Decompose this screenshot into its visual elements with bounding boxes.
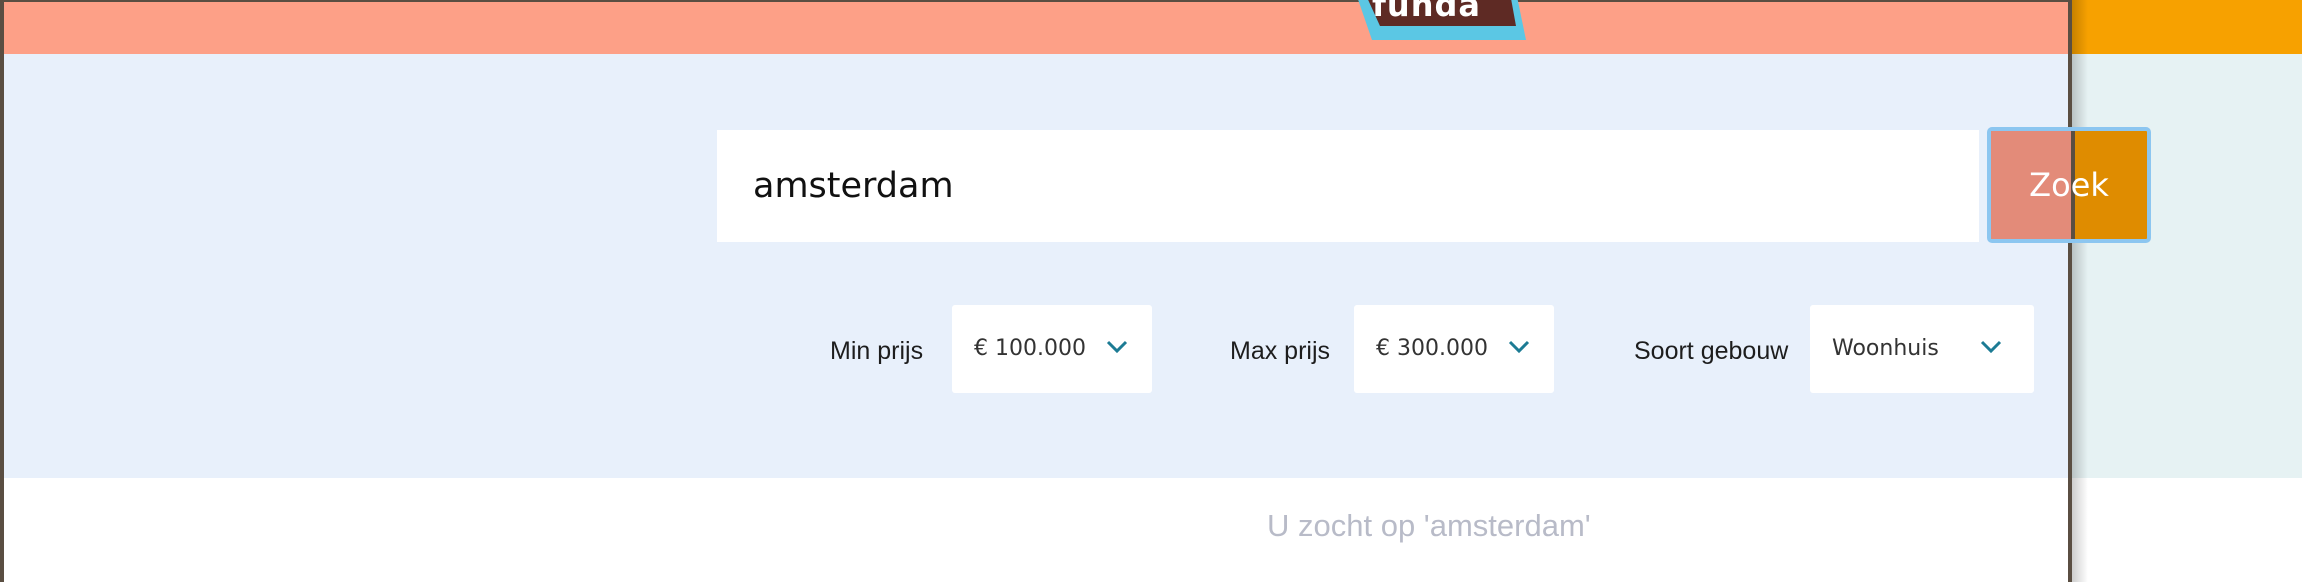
search-input[interactable]	[717, 130, 1979, 242]
funda-logo[interactable]: funda	[1344, 0, 1526, 40]
page: funda Min prijs € 100.000 Max prijs € 30…	[0, 0, 2302, 582]
min-price-label: Min prijs	[830, 337, 924, 365]
max-price-value: € 300.000	[1376, 336, 1488, 361]
building-type-select[interactable]: Woonhuis	[1810, 305, 2034, 393]
chevron-down-icon	[1106, 340, 1128, 354]
background-header-strip	[2070, 0, 2302, 54]
search-panel: Min prijs € 100.000 Max prijs € 300.000 …	[4, 54, 2068, 478]
background-panel-strip	[2070, 54, 2302, 478]
max-price-label: Max prijs	[1230, 337, 1331, 365]
site-header: funda	[4, 0, 2068, 54]
search-button-label: Zoek	[2029, 166, 2109, 204]
background-lower-strip	[2070, 478, 2302, 582]
building-type-value: Woonhuis	[1832, 336, 1939, 361]
min-price-select[interactable]: € 100.000	[952, 305, 1152, 393]
min-price-value: € 100.000	[974, 336, 1086, 361]
search-button[interactable]: Zoek	[1987, 127, 2151, 243]
search-result-message: U zocht op 'amsterdam'	[1267, 508, 1591, 543]
max-price-select[interactable]: € 300.000	[1354, 305, 1554, 393]
chevron-down-icon	[1980, 340, 2002, 354]
browser-window: funda Min prijs € 100.000 Max prijs € 30…	[0, 0, 2072, 582]
chevron-down-icon	[1508, 340, 1530, 354]
window-shadow	[2070, 0, 2088, 582]
results-section: U zocht op 'amsterdam'	[4, 478, 2068, 582]
building-type-label: Soort gebouw	[1634, 337, 1789, 365]
logo-text: funda	[1372, 0, 1481, 24]
